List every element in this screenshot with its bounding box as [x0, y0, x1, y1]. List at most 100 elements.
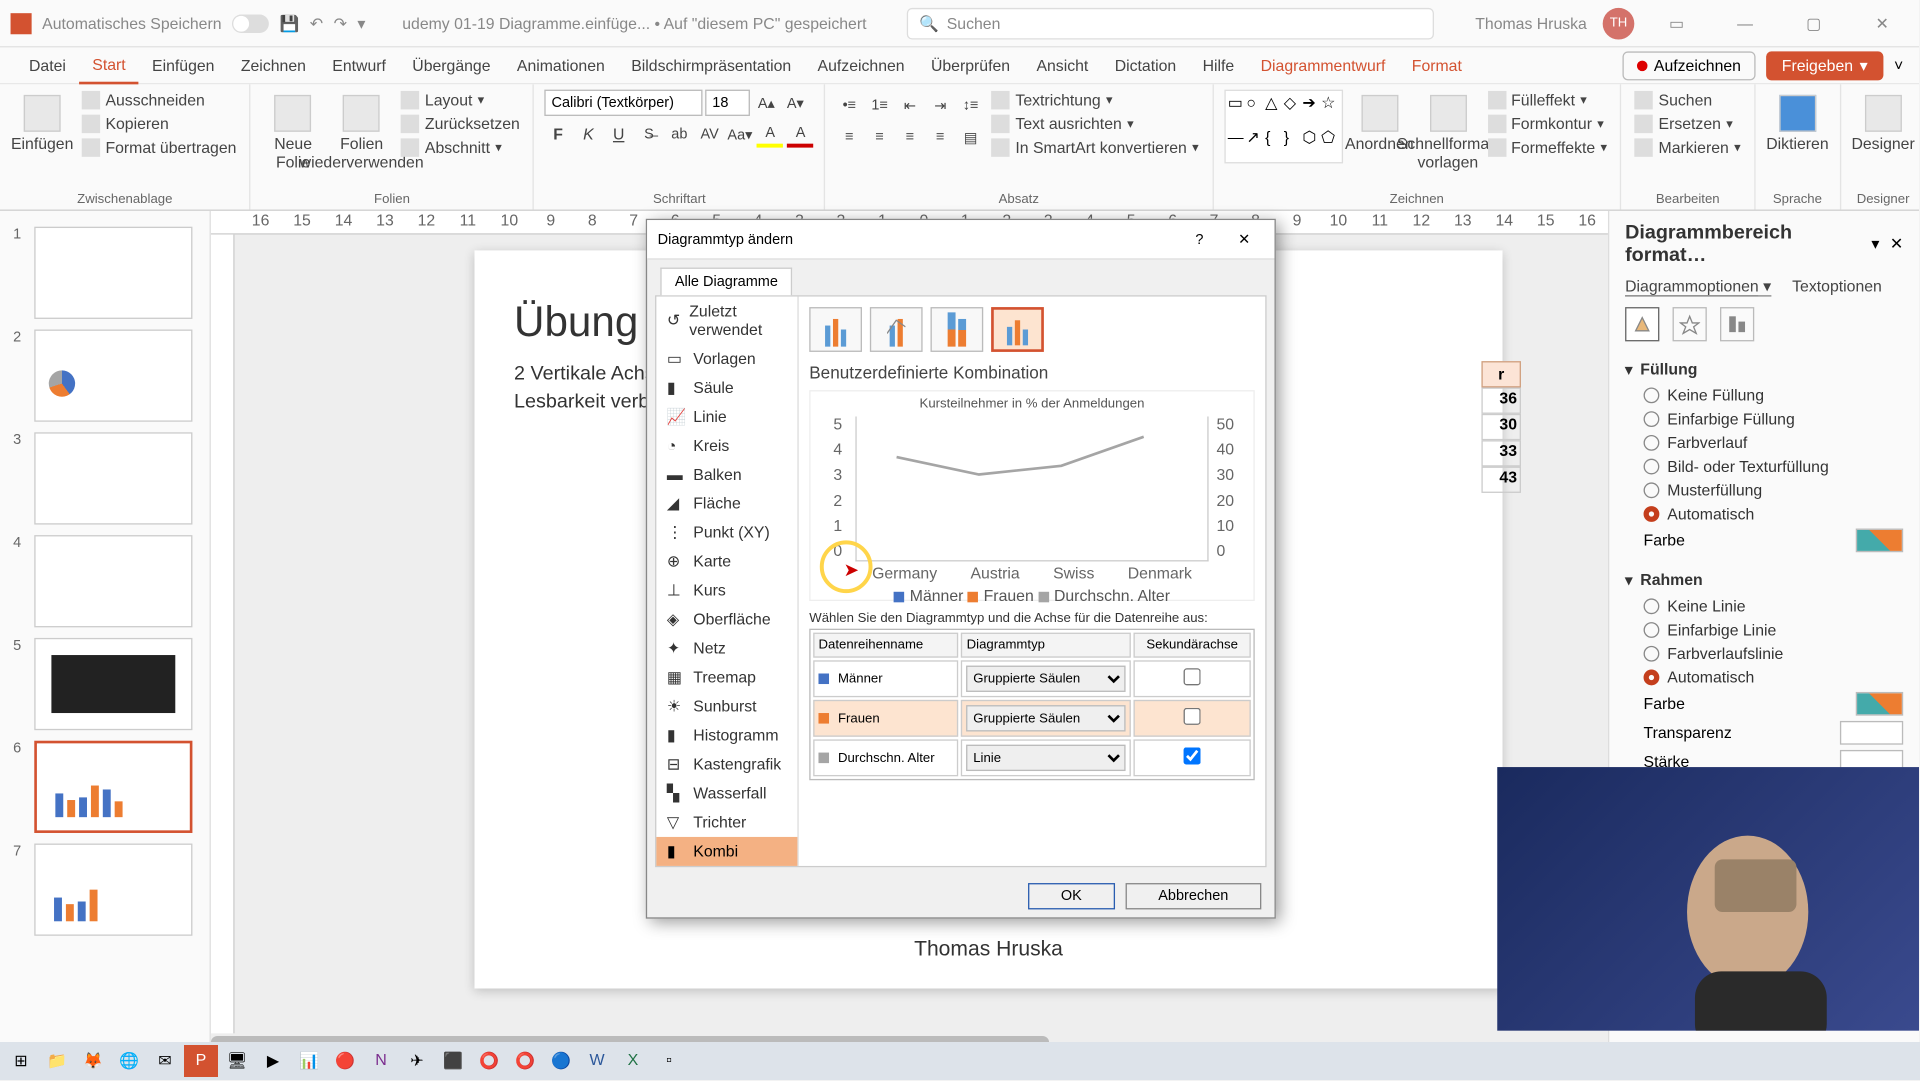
maximize-icon[interactable]: ▢: [1787, 3, 1840, 43]
task-word[interactable]: W: [580, 1045, 614, 1077]
task-app-8[interactable]: 🔵: [544, 1045, 578, 1077]
subtype-4[interactable]: [991, 307, 1044, 352]
select-button[interactable]: Markieren ▾: [1632, 137, 1743, 158]
tab-help[interactable]: Hilfe: [1189, 47, 1247, 84]
dictate-button[interactable]: Diktieren: [1766, 90, 1829, 159]
pane-close-icon[interactable]: ✕: [1890, 235, 1903, 253]
tab-review[interactable]: Überprüfen: [918, 47, 1024, 84]
align-right-button[interactable]: ≡: [897, 124, 923, 150]
task-chrome[interactable]: 🌐: [112, 1045, 146, 1077]
align-text-button[interactable]: Text ausrichten ▾: [989, 113, 1201, 134]
type-surface[interactable]: ◈Oberfläche: [656, 605, 797, 634]
thumb-3[interactable]: [34, 432, 192, 524]
task-outlook[interactable]: ✉: [148, 1045, 182, 1077]
secondary-axis-checkbox[interactable]: [1184, 708, 1201, 725]
case-button[interactable]: Aa▾: [727, 121, 753, 147]
type-histogram[interactable]: ▮Histogramm: [656, 721, 797, 750]
type-treemap[interactable]: ▦Treemap: [656, 663, 797, 692]
minimize-icon[interactable]: —: [1719, 3, 1772, 43]
thumb-5[interactable]: [34, 638, 192, 730]
type-templates[interactable]: ▭Vorlagen: [656, 344, 797, 373]
save-icon[interactable]: 💾: [280, 14, 300, 32]
shape-fill-button[interactable]: Fülleffekt ▾: [1485, 90, 1610, 111]
type-bar[interactable]: ▬Balken: [656, 460, 797, 489]
type-recent[interactable]: ↺Zuletzt verwendet: [656, 297, 797, 344]
spacing-button[interactable]: AV: [696, 121, 722, 147]
slide-thumbnails[interactable]: 1 2 3 4 5 6 7: [0, 211, 211, 1049]
justify-button[interactable]: ≡: [927, 124, 953, 150]
tab-transitions[interactable]: Übergänge: [399, 47, 504, 84]
ribbon-mode-icon[interactable]: ▭: [1650, 3, 1703, 43]
series-type-select[interactable]: Gruppierte Säulen: [967, 666, 1126, 692]
type-pie[interactable]: ◔Kreis: [656, 431, 797, 460]
tab-dictation[interactable]: Dictation: [1102, 47, 1190, 84]
thumb-4[interactable]: [34, 535, 192, 627]
task-app-9[interactable]: ▫: [652, 1045, 686, 1077]
align-left-button[interactable]: ≡: [836, 124, 862, 150]
tab-start[interactable]: Start: [79, 47, 139, 84]
line-spacing-button[interactable]: ↕≡: [957, 92, 983, 118]
tab-animations[interactable]: Animationen: [504, 47, 618, 84]
indent-inc-button[interactable]: ⇥: [927, 92, 953, 118]
find-button[interactable]: Suchen: [1632, 90, 1743, 111]
share-button[interactable]: Freigeben▾: [1766, 51, 1883, 80]
format-painter-button[interactable]: Format übertragen: [79, 137, 239, 158]
type-column[interactable]: ▮Säule: [656, 373, 797, 402]
tab-draw[interactable]: Zeichnen: [228, 47, 319, 84]
task-app-6[interactable]: ⭕: [472, 1045, 506, 1077]
designer-button[interactable]: Designer: [1851, 90, 1914, 159]
size-tab-icon[interactable]: [1720, 307, 1754, 341]
tab-slideshow[interactable]: Bildschirmpräsentation: [618, 47, 804, 84]
thumb-1[interactable]: [34, 227, 192, 319]
task-app-1[interactable]: 🖥: [220, 1045, 254, 1077]
tab-chart-design[interactable]: Diagrammentwurf: [1247, 47, 1398, 84]
user-avatar[interactable]: TH: [1603, 7, 1635, 39]
fill-none-radio[interactable]: Keine Füllung: [1625, 384, 1903, 408]
reset-button[interactable]: Zurücksetzen: [399, 113, 523, 134]
fill-gradient-radio[interactable]: Farbverlauf: [1625, 431, 1903, 455]
tab-record[interactable]: Aufzeichnen: [804, 47, 917, 84]
effects-tab-icon[interactable]: [1673, 307, 1707, 341]
strike-button[interactable]: S̶: [636, 121, 662, 147]
pane-options-icon[interactable]: ▾: [1871, 235, 1879, 253]
subtype-3[interactable]: [931, 307, 984, 352]
line-auto-radio[interactable]: Automatisch: [1625, 666, 1903, 690]
type-waterfall[interactable]: ▚Wasserfall: [656, 779, 797, 808]
shapes-gallery[interactable]: ▭○△◇➔☆ —↗{}⬡⬠: [1224, 90, 1343, 164]
line-none-radio[interactable]: Keine Linie: [1625, 594, 1903, 618]
fill-color-swatch[interactable]: [1856, 529, 1903, 553]
font-name-combo[interactable]: Calibri (Textkörper): [545, 90, 703, 116]
fill-line-tab-icon[interactable]: [1625, 307, 1659, 341]
shadow-button[interactable]: ab: [666, 121, 692, 147]
task-powerpoint[interactable]: P: [184, 1045, 218, 1077]
thumb-6[interactable]: [34, 741, 192, 833]
record-button[interactable]: Aufzeichnen: [1622, 51, 1755, 80]
type-line[interactable]: 📈Linie: [656, 402, 797, 431]
shape-outline-button[interactable]: Formkontur ▾: [1485, 113, 1610, 134]
task-app-5[interactable]: ⬛: [436, 1045, 470, 1077]
cancel-button[interactable]: Abbrechen: [1125, 883, 1261, 909]
transparency-input[interactable]: [1840, 721, 1903, 745]
tab-design[interactable]: Entwurf: [319, 47, 399, 84]
redo-icon[interactable]: ↷: [334, 14, 347, 32]
thumb-2[interactable]: [34, 330, 192, 422]
numbering-button[interactable]: 1≡: [866, 92, 892, 118]
type-combo[interactable]: ▮Kombi: [656, 837, 797, 866]
task-app-3[interactable]: 📊: [292, 1045, 326, 1077]
thumb-7[interactable]: [34, 844, 192, 936]
type-xy[interactable]: ⋮Punkt (XY): [656, 518, 797, 547]
undo-icon[interactable]: ↶: [310, 14, 323, 32]
highlight-button[interactable]: A: [757, 121, 783, 147]
task-telegram[interactable]: ✈: [400, 1045, 434, 1077]
paste-button[interactable]: Einfügen: [11, 90, 74, 159]
font-color-button[interactable]: A: [787, 121, 813, 147]
task-onenote[interactable]: N: [364, 1045, 398, 1077]
copy-button[interactable]: Kopieren: [79, 113, 239, 134]
increase-font-icon[interactable]: A▴: [753, 90, 779, 116]
task-excel[interactable]: X: [616, 1045, 650, 1077]
series-type-select[interactable]: Gruppierte Säulen: [967, 705, 1126, 731]
series-row[interactable]: Durchschn. AlterLinie: [813, 739, 1251, 776]
decrease-font-icon[interactable]: A▾: [782, 90, 808, 116]
task-app-2[interactable]: ▶: [256, 1045, 290, 1077]
dialog-help-icon[interactable]: ?: [1180, 223, 1220, 255]
